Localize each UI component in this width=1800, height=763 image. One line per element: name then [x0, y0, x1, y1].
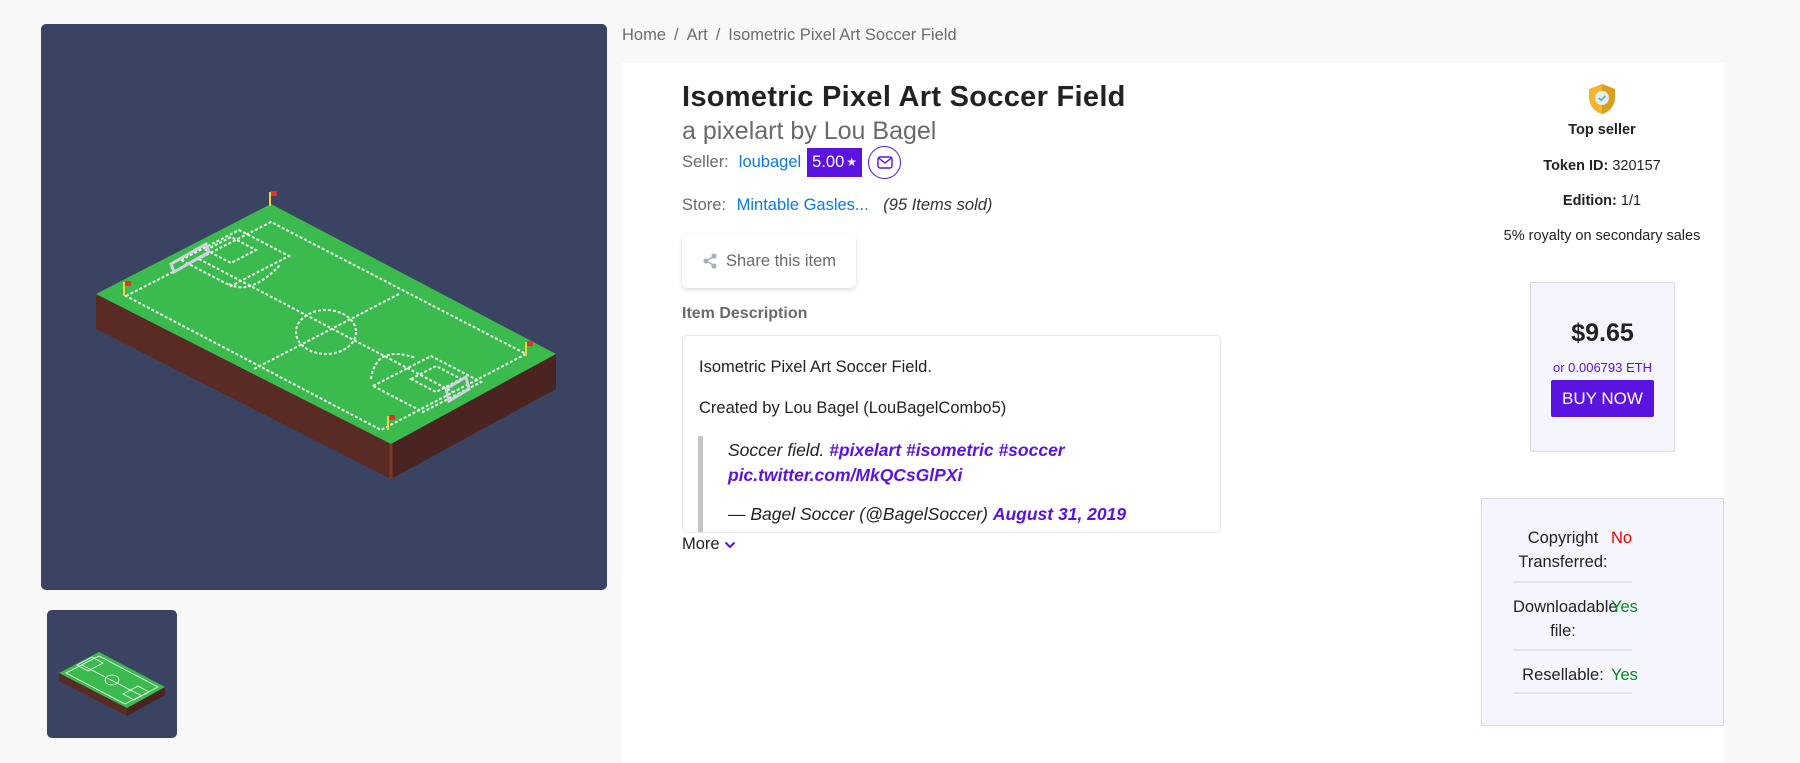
chevron-down-icon	[724, 541, 735, 548]
rights-value: Yes	[1611, 666, 1638, 684]
tweet-text: Soccer field.	[728, 440, 825, 460]
price-box: $9.65 or 0.006793 ETH BUY NOW	[1530, 282, 1675, 452]
store-row: Store: Mintable Gasles... (95 Items sold…	[682, 196, 992, 215]
breadcrumb-separator: /	[715, 26, 721, 44]
soccer-field-thumbnail	[59, 652, 165, 716]
seller-label: Seller:	[682, 152, 729, 171]
embedded-tweet-quote: Soccer field. #pixelart #isometric #socc…	[698, 436, 1213, 532]
breadcrumb-home[interactable]: Home	[622, 26, 666, 44]
share-icon	[703, 253, 717, 269]
price-eth: or 0.006793 ETH	[1552, 360, 1652, 375]
breadcrumb-current: Isometric Pixel Art Soccer Field	[728, 26, 957, 44]
hashtag-link[interactable]: #soccer	[998, 440, 1064, 460]
rights-box: Copyright Transferred: No Downloadable f…	[1481, 498, 1724, 726]
divider	[1513, 581, 1632, 583]
thumbnail-image[interactable]	[47, 610, 177, 738]
rights-label: Resellable:	[1522, 666, 1604, 684]
hashtag-link[interactable]: #pixelart	[829, 440, 901, 460]
tweet-attribution: — Bagel Soccer (@BagelSoccer)	[728, 504, 988, 524]
share-item-button[interactable]: Share this item	[682, 234, 856, 288]
hashtag-link[interactable]: #isometric	[906, 440, 994, 460]
main-item-image[interactable]	[41, 24, 607, 590]
item-subtitle: a pixelart by Lou Bagel	[682, 117, 937, 145]
store-label: Store:	[682, 196, 727, 214]
token-id: Token ID: 320157	[1502, 158, 1702, 174]
page-title: Isometric Pixel Art Soccer Field	[682, 81, 1126, 113]
share-label: Share this item	[725, 251, 837, 270]
description-box: Isometric Pixel Art Soccer Field. Create…	[682, 335, 1221, 533]
edition-value: 1/1	[1620, 193, 1642, 209]
shield-check-icon	[1589, 84, 1615, 114]
soccer-field-artwork	[96, 191, 556, 479]
description-heading: Item Description	[682, 305, 808, 322]
tweet-pic-link[interactable]: pic.twitter.com/MkQCsGlPXi	[728, 465, 962, 485]
contact-seller-button[interactable]	[868, 145, 902, 179]
rights-value: No	[1611, 529, 1633, 547]
rights-label: Downloadable file:	[1513, 598, 1618, 640]
breadcrumb: Home / Art / Isometric Pixel Art Soccer Fiel…	[622, 26, 957, 45]
token-id-value: 320157	[1612, 158, 1661, 174]
items-sold-count: (95 Items sold)	[883, 196, 993, 214]
star-icon: ★	[846, 155, 858, 169]
description-paragraph: Created by Lou Bagel (LouBagelCombo5)	[699, 399, 1007, 417]
royalty-info: 5% royalty on secondary sales	[1503, 228, 1701, 244]
store-link[interactable]: Mintable Gasles...	[737, 196, 869, 214]
rating-value: 5.00	[812, 152, 845, 171]
envelope-icon	[876, 155, 893, 169]
more-toggle[interactable]: More	[682, 535, 736, 554]
description-paragraph: Isometric Pixel Art Soccer Field.	[699, 358, 932, 376]
divider	[1513, 692, 1632, 694]
seller-link[interactable]: loubagel	[739, 153, 801, 172]
breadcrumb-separator: /	[674, 26, 679, 44]
edition-label: Edition:	[1562, 193, 1617, 209]
seller-row: Seller: loubagel 5.00 ★	[682, 145, 902, 179]
rights-value: Yes	[1611, 598, 1638, 616]
edition: Edition: 1/1	[1502, 193, 1702, 209]
more-label: More	[682, 535, 720, 553]
rights-label: Copyright Transferred:	[1518, 529, 1608, 571]
buy-now-button[interactable]: BUY NOW	[1551, 380, 1654, 417]
seller-rating-badge: 5.00 ★	[807, 147, 863, 177]
breadcrumb-art[interactable]: Art	[687, 26, 708, 44]
divider	[1513, 649, 1632, 651]
tweet-date-link[interactable]: August 31, 2019	[993, 504, 1126, 524]
price-usd: $9.65	[1571, 319, 1634, 347]
top-seller-label: Top seller	[1568, 122, 1636, 138]
token-id-label: Token ID:	[1543, 158, 1609, 174]
